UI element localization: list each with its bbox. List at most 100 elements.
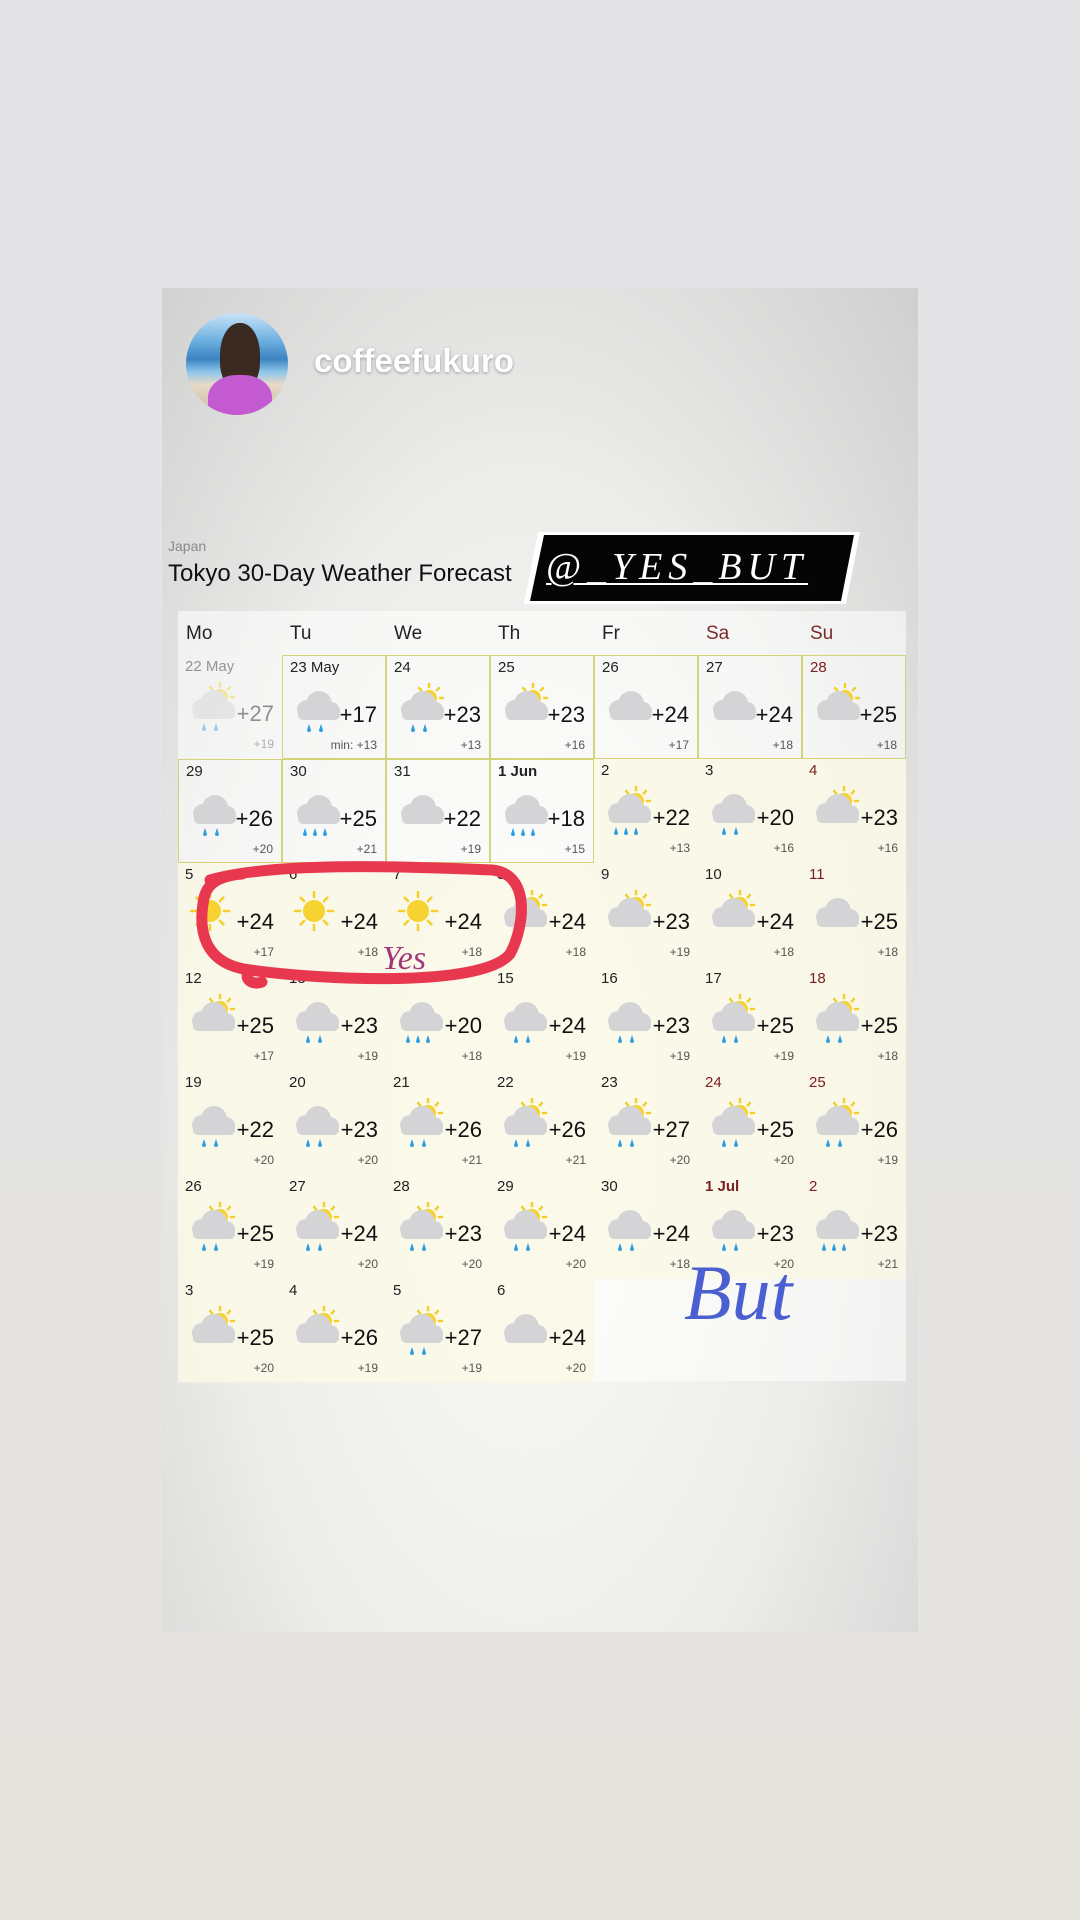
low-temp: +20 (357, 1257, 378, 1271)
partly-cloudy-rain-icon (390, 1199, 446, 1253)
day-cell[interactable]: 14 +20 +18 (386, 967, 490, 1071)
low-temp: +18 (461, 945, 482, 959)
high-temp: +24 (755, 702, 793, 727)
sun-icon (390, 887, 446, 941)
high-temp: +22 (652, 805, 690, 830)
calendar-grid: Mo Tu We Th Fr Sa Su 22 May +27 +19 23 May +17 min:… (178, 611, 906, 1383)
high-temp: +17 (339, 702, 377, 727)
day-cell[interactable]: 1 Jun +18 +15 (490, 759, 594, 863)
day-number: 11 (809, 866, 825, 883)
day-cell[interactable]: 8 +24 +18 (490, 863, 594, 967)
high-temp: +27 (444, 1325, 482, 1350)
partly-cloudy-rain-icon (806, 1095, 862, 1149)
high-temp: +25 (860, 1013, 898, 1038)
day-number: 16 (601, 970, 618, 987)
high-temp: +24 (340, 909, 378, 934)
day-cell[interactable]: 18 +25 +18 (802, 967, 906, 1071)
day-cell[interactable]: 29 +26 +20 (178, 759, 282, 863)
cloud-rain-icon (598, 1199, 654, 1253)
low-temp: +19 (565, 1049, 586, 1063)
cloud-rain-icon (182, 1095, 238, 1149)
day-cell[interactable]: 20 +23 +20 (282, 1071, 386, 1175)
day-cell[interactable]: 27 +24 +20 (282, 1175, 386, 1279)
username[interactable]: coffeefukuro (314, 342, 514, 380)
profile-avatar[interactable] (186, 313, 288, 415)
day-cell[interactable]: 27 +24 +18 (698, 655, 802, 759)
day-cell[interactable]: 3 +20 +16 (698, 759, 802, 863)
day-cell[interactable]: 31 +22 +19 (386, 759, 490, 863)
day-cell[interactable]: 25 +26 +19 (802, 1071, 906, 1175)
low-temp: +19 (460, 842, 481, 856)
yes-annotation: Yes (382, 940, 427, 977)
day-cell[interactable]: 21 +26 +21 (386, 1071, 490, 1175)
weekday-mo: Mo (186, 623, 213, 644)
day-number: 1 Jul (705, 1178, 740, 1195)
day-cell[interactable]: 23 +27 +20 (594, 1071, 698, 1175)
day-cell[interactable]: 29 +24 +20 (490, 1175, 594, 1279)
day-cell[interactable]: 6 +24 +20 (490, 1279, 594, 1383)
day-number: 1 Jun (498, 763, 538, 780)
partly-cloudy-rain-icon (494, 1095, 550, 1149)
day-cell[interactable]: 4 +26 +19 (282, 1279, 386, 1383)
day-cell[interactable]: 2 +23 +21 (802, 1175, 906, 1279)
day-cell[interactable]: 11 +25 +18 (802, 863, 906, 967)
day-number: 23 May (290, 659, 340, 676)
day-number: 8 (497, 866, 506, 883)
day-cell[interactable]: 22 May +27 +19 (178, 655, 282, 759)
day-cell[interactable]: 5 +27 +19 (386, 1279, 490, 1383)
day-cell[interactable]: 26 +24 +17 (594, 655, 698, 759)
day-cell[interactable]: 10 +24 +18 (698, 863, 802, 967)
day-number: 24 (394, 659, 411, 676)
high-temp: +24 (548, 1013, 586, 1038)
day-cell[interactable]: 30 +25 +21 (282, 759, 386, 863)
partly-cloudy-icon (286, 1303, 342, 1357)
day-cell[interactable]: 24 +25 +20 (698, 1071, 802, 1175)
day-number: 28 (393, 1178, 410, 1195)
day-cell[interactable]: 30 +24 +18 (594, 1175, 698, 1279)
day-cell[interactable]: 19 +22 +20 (178, 1071, 282, 1175)
low-temp: +18 (876, 738, 897, 752)
partly-cloudy-icon (182, 1303, 238, 1357)
cloud-heavy-rain-icon (806, 1199, 862, 1253)
high-temp: +25 (236, 1325, 274, 1350)
day-number: 28 (810, 659, 827, 676)
day-number: 3 (705, 762, 714, 779)
day-cell[interactable]: 28 +23 +20 (386, 1175, 490, 1279)
low-temp: +20 (773, 1153, 794, 1167)
day-cell[interactable]: 15 +24 +19 (490, 967, 594, 1071)
sun-icon (182, 887, 238, 941)
day-cell[interactable]: 6 +24 +18 (282, 863, 386, 967)
day-cell[interactable]: 24 +23 +13 (386, 655, 490, 759)
low-temp: +18 (357, 945, 378, 959)
day-cell[interactable]: 28 +25 +18 (802, 655, 906, 759)
day-cell[interactable]: 23 May +17 min: +13 (282, 655, 386, 759)
day-cell[interactable]: 3 +25 +20 (178, 1279, 282, 1383)
low-temp: +17 (668, 738, 689, 752)
day-cell[interactable]: 25 +23 +16 (490, 655, 594, 759)
cloud-rain-icon (183, 784, 239, 838)
cloud-icon (806, 887, 862, 941)
partly-cloudy-rain-icon (390, 1303, 446, 1357)
day-number: 29 (186, 763, 203, 780)
forecast-region: Japan (168, 538, 207, 554)
day-cell[interactable]: 13 +23 +19 (282, 967, 386, 1071)
day-cell[interactable]: 17 +25 +19 (698, 967, 802, 1071)
day-cell[interactable]: 22 +26 +21 (490, 1071, 594, 1175)
day-cell[interactable]: 16 +23 +19 (594, 967, 698, 1071)
day-cell[interactable]: 26 +25 +19 (178, 1175, 282, 1279)
day-number: 7 (393, 866, 402, 883)
day-cell[interactable]: 5 +24 +17 (178, 863, 282, 967)
low-temp: +18 (772, 738, 793, 752)
day-number: 13 (289, 970, 306, 987)
day-cell[interactable]: 9 +23 +19 (594, 863, 698, 967)
low-temp: +20 (357, 1153, 378, 1167)
high-temp: +25 (756, 1013, 794, 1038)
day-number: 27 (706, 659, 723, 676)
weekday-fr: Fr (602, 623, 620, 644)
partly-cloudy-rain-icon (182, 1199, 238, 1253)
day-number: 2 (809, 1178, 818, 1195)
day-cell[interactable]: 4 +23 +16 (802, 759, 906, 863)
day-cell[interactable]: 12 +25 +17 (178, 967, 282, 1071)
day-cell[interactable]: 2 +22 +13 (594, 759, 698, 863)
high-temp: +24 (652, 1221, 690, 1246)
